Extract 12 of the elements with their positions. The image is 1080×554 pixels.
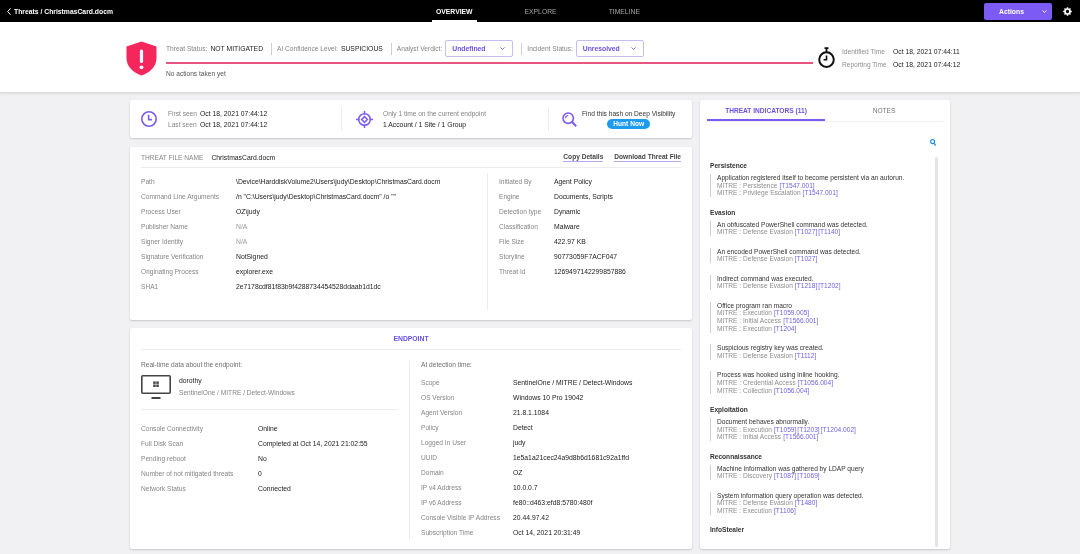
settings-icon[interactable] bbox=[1063, 6, 1072, 16]
monitor-icon bbox=[141, 375, 171, 399]
shield-exclamation-icon bbox=[126, 41, 157, 76]
caret-icon bbox=[1042, 9, 1047, 13]
magnifier-icon bbox=[562, 111, 577, 127]
search-icon[interactable] bbox=[930, 139, 936, 146]
clock-icon bbox=[141, 111, 157, 127]
caret-icon bbox=[500, 47, 506, 50]
stopwatch-icon bbox=[818, 47, 835, 68]
caret-icon bbox=[630, 47, 636, 50]
chevron-left-icon[interactable] bbox=[7, 7, 11, 15]
crosshair-icon bbox=[356, 110, 373, 128]
